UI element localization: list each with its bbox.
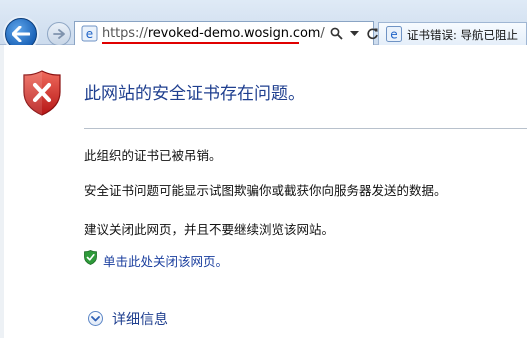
refresh-button[interactable] bbox=[365, 25, 379, 43]
search-button[interactable] bbox=[329, 25, 343, 43]
url-domain-prefix: revoked-demo. bbox=[147, 26, 244, 41]
revoked-message: 此组织的证书已被吊销。 bbox=[84, 148, 222, 163]
page-left-edge bbox=[0, 45, 4, 338]
url-path: / bbox=[320, 26, 325, 41]
shield-error-icon bbox=[23, 70, 61, 116]
divider bbox=[84, 128, 527, 129]
browser-toolbar: e https://revoked-demo.wosign.com/ e 证书错… bbox=[0, 0, 527, 50]
ie-tab-icon: e bbox=[386, 26, 402, 42]
address-tools bbox=[329, 24, 379, 43]
url-error-underline bbox=[102, 42, 299, 44]
svg-text:e: e bbox=[86, 27, 93, 41]
ie-page-icon: e bbox=[81, 25, 98, 42]
chevron-down-icon bbox=[349, 30, 359, 36]
address-url[interactable]: https://revoked-demo.wosign.com/ bbox=[102, 26, 325, 41]
more-info-label[interactable]: 详细信息 bbox=[112, 309, 168, 329]
advice-message: 建议关闭此网页，并且不要继续浏览该网站。 bbox=[84, 222, 335, 237]
url-domain: wosign.com bbox=[244, 26, 321, 41]
page-title: 此网站的安全证书存在问题。 bbox=[84, 84, 305, 104]
forward-button[interactable] bbox=[47, 22, 71, 46]
refresh-icon bbox=[366, 28, 378, 40]
close-page-link[interactable]: 单击此处关闭该网页。 bbox=[103, 251, 228, 270]
tab-certificate-error[interactable]: e 证书错误: 导航已阻止 bbox=[378, 22, 527, 46]
svg-text:e: e bbox=[390, 28, 397, 42]
tab-title: 证书错误: 导航已阻止 bbox=[407, 28, 519, 42]
dropdown-button[interactable] bbox=[347, 25, 361, 43]
chevron-down-circle-icon[interactable] bbox=[88, 311, 103, 326]
search-icon bbox=[330, 27, 343, 40]
url-scheme: https:// bbox=[102, 26, 148, 41]
warning-message: 安全证书问题可能显示试图欺骗你或截获你向服务器发送的数据。 bbox=[84, 183, 447, 198]
chevron-down-icon bbox=[91, 315, 100, 321]
shield-check-icon bbox=[84, 250, 97, 265]
forward-arrow-icon bbox=[53, 29, 65, 39]
back-arrow-icon bbox=[12, 26, 30, 42]
